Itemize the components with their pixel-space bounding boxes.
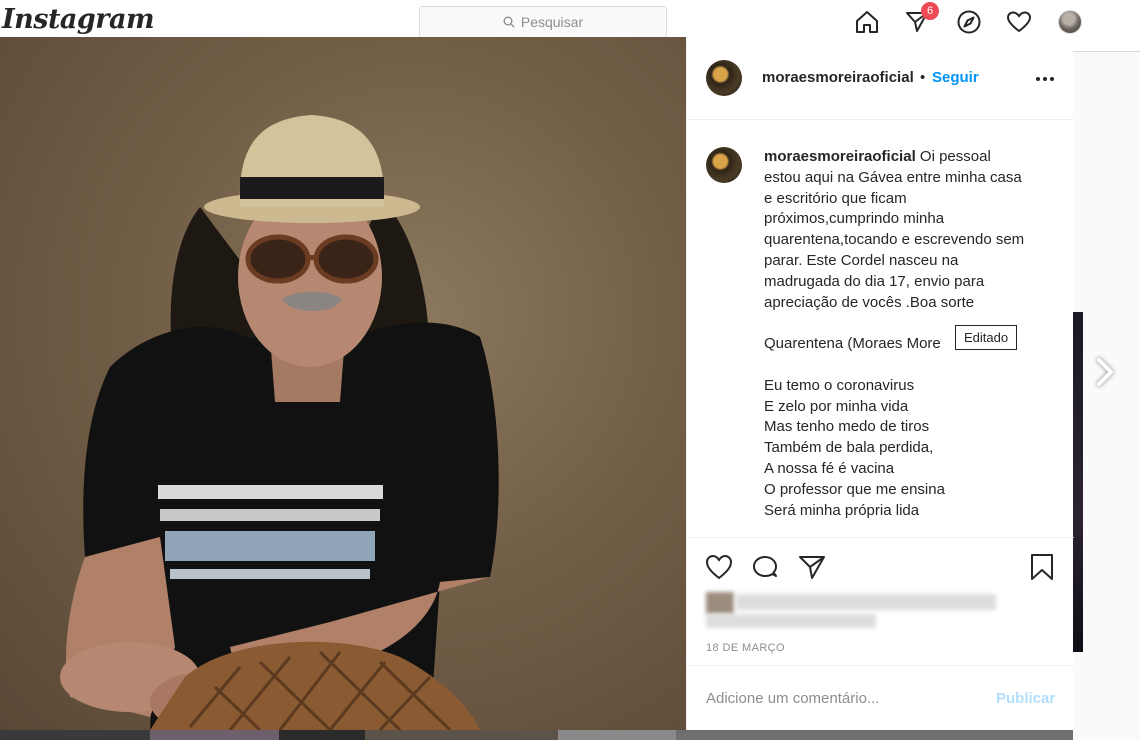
header-separator: • bbox=[920, 69, 926, 86]
caption-text: moraesmoreiraoficial Oi pessoal estou aq… bbox=[764, 147, 1064, 521]
post-header: moraesmoreiraoficial • Seguir bbox=[687, 37, 1074, 120]
save-bookmark-icon[interactable] bbox=[1027, 552, 1057, 582]
follow-button[interactable]: Seguir bbox=[932, 69, 979, 86]
activity-heart-icon[interactable] bbox=[1005, 8, 1033, 36]
post-photo[interactable] bbox=[0, 37, 686, 730]
inbox-badge: 6 bbox=[921, 2, 939, 20]
caption-area: moraesmoreiraoficial Oi pessoal estou aq… bbox=[687, 121, 1074, 537]
search-placeholder: Pesquisar bbox=[520, 14, 584, 30]
feed-background bbox=[1073, 52, 1140, 740]
author-avatar[interactable] bbox=[706, 60, 742, 96]
post-photo-illustration bbox=[60, 115, 499, 730]
explore-icon[interactable] bbox=[955, 8, 983, 36]
edited-tooltip: Editado bbox=[955, 325, 1018, 350]
related-posts-strip bbox=[0, 730, 1073, 740]
instagram-logo[interactable]: Instagram bbox=[2, 4, 155, 35]
likes-text-blurred bbox=[736, 594, 996, 610]
search-icon bbox=[503, 16, 515, 28]
post-modal: moraesmoreiraoficial • Seguir moraesmore… bbox=[0, 37, 1074, 740]
likes-text-blurred-2 bbox=[706, 614, 876, 628]
background-post-thumbnail bbox=[1073, 312, 1083, 652]
search-box[interactable]: Pesquisar bbox=[419, 6, 667, 38]
publish-button[interactable]: Publicar bbox=[996, 690, 1055, 707]
home-icon[interactable] bbox=[853, 8, 881, 36]
comment-bar: Adicione um comentário... Publicar bbox=[687, 665, 1074, 730]
comment-input[interactable]: Adicione um comentário... bbox=[706, 690, 966, 707]
caption-avatar[interactable] bbox=[706, 147, 742, 183]
caption-username[interactable]: moraesmoreiraoficial bbox=[764, 148, 916, 165]
liker-avatar bbox=[706, 592, 734, 614]
author-username[interactable]: moraesmoreiraoficial bbox=[762, 69, 914, 86]
comment-icon[interactable] bbox=[750, 552, 780, 582]
more-options-icon[interactable] bbox=[1033, 67, 1057, 91]
share-icon[interactable] bbox=[797, 552, 827, 582]
profile-avatar[interactable] bbox=[1058, 10, 1082, 34]
direct-icon[interactable]: 6 bbox=[903, 2, 939, 36]
post-date: 18 DE MARÇO bbox=[706, 642, 785, 654]
next-post-arrow-icon[interactable] bbox=[1094, 354, 1118, 390]
likes-summary-blurred[interactable] bbox=[706, 592, 1006, 632]
post-side-panel: moraesmoreiraoficial • Seguir moraesmore… bbox=[686, 37, 1074, 730]
like-heart-icon[interactable] bbox=[704, 552, 734, 582]
